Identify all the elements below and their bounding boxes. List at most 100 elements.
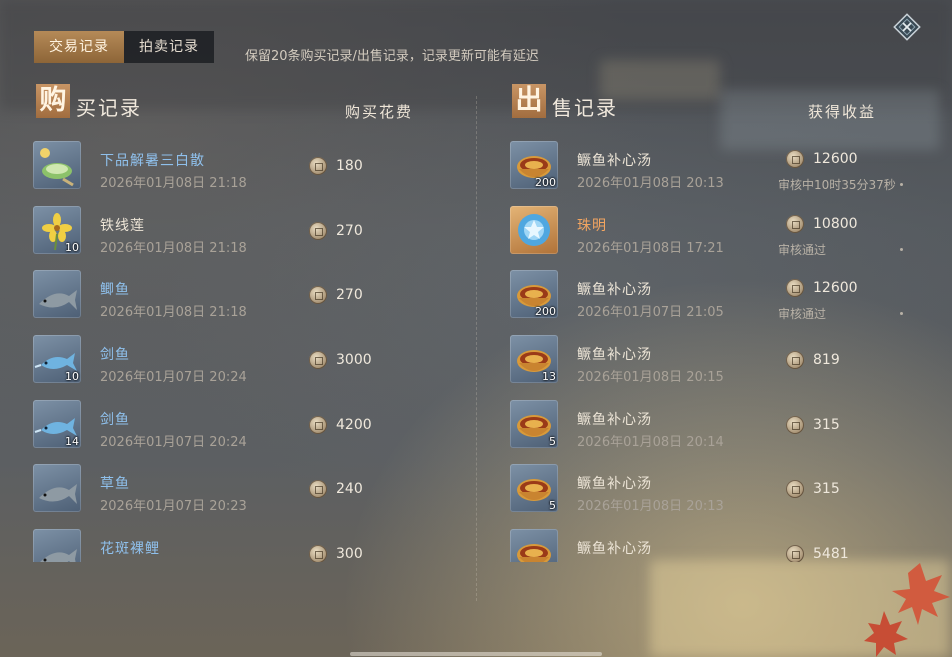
- tab-trade-records[interactable]: 交易记录: [34, 31, 124, 63]
- soup-bowl-icon[interactable]: 200: [510, 270, 558, 319]
- record-tabs: 交易记录 拍卖记录: [34, 31, 214, 63]
- cost-amount: 240: [336, 481, 363, 498]
- item-count: 13: [542, 370, 556, 384]
- coin-icon: [786, 480, 804, 499]
- retention-notice: 保留20条购买记录/出售记录，记录更新可能有延迟: [245, 49, 539, 64]
- income-amount: 315: [813, 481, 840, 498]
- buy-record-row[interactable]: 草鱼 2026年01月07日 20:23 240: [33, 459, 453, 524]
- item-name: 鳜鱼补心汤: [577, 476, 652, 493]
- coin-icon: [786, 214, 804, 233]
- swordfish-icon[interactable]: 10: [33, 335, 81, 384]
- coin-icon: [786, 150, 804, 168]
- status-dot: [900, 183, 903, 186]
- buy-cost-column-header: 购买花费: [345, 103, 414, 121]
- cost-amount: 300: [336, 546, 363, 562]
- coin-icon: [786, 279, 804, 298]
- sell-record-row[interactable]: 200 鳜鱼补心汤 2026年01月08日 20:13 12600 审核中10时35分3…: [510, 136, 930, 201]
- maple-leaf-icon: [864, 563, 950, 657]
- record-time: 2026年01月08日 20:13: [577, 499, 724, 515]
- cost-amount: 4200: [336, 416, 372, 433]
- record-time: 2026年01月07日 20:24: [100, 434, 247, 450]
- income-amount: 12600: [813, 151, 858, 167]
- buy-record-row[interactable]: 鲫鱼 2026年01月08日 21:18 270: [33, 265, 453, 330]
- scroll-indicator[interactable]: [350, 652, 602, 656]
- item-name: 剑鱼: [100, 347, 130, 364]
- item-name: 铁线莲: [100, 217, 145, 234]
- sell-record-row[interactable]: 5 鳜鱼补心汤 2026年01月08日 20:14 315: [510, 395, 930, 460]
- income-amount: 12600: [813, 280, 858, 297]
- fish-icon[interactable]: [33, 529, 81, 562]
- sell-section-badge: 出: [512, 84, 546, 118]
- buy-record-row[interactable]: 10 铁线莲 2026年01月08日 21:18 270: [33, 201, 453, 266]
- item-name: 鳜鱼补心汤: [577, 282, 652, 299]
- swordfish-icon[interactable]: 14: [33, 399, 81, 448]
- coin-icon: [309, 286, 327, 305]
- blue-pearl-icon[interactable]: [510, 205, 558, 254]
- soup-bowl-icon[interactable]: 5: [510, 464, 558, 513]
- record-time: 2026年01月07日 21:05: [577, 305, 724, 321]
- background-shelf: [600, 60, 720, 100]
- soup-bowl-icon[interactable]: 5: [510, 399, 558, 448]
- item-name: 鲫鱼: [100, 282, 130, 299]
- soup-bowl-icon[interactable]: 13: [510, 335, 558, 384]
- fish-icon[interactable]: [33, 270, 81, 319]
- cost-amount: 180: [336, 158, 363, 174]
- section-divider: [476, 96, 477, 601]
- item-name: 下品解暑三白散: [100, 153, 205, 169]
- item-count: 10: [65, 240, 79, 254]
- buy-record-list[interactable]: 下品解暑三白散 2026年01月08日 21:18 180 10 铁线莲 2026年01月…: [33, 136, 453, 562]
- item-count: 10: [65, 370, 79, 384]
- sell-section-title: 售记录: [552, 96, 618, 120]
- status-dot: [900, 312, 903, 316]
- record-time: 2026年01月08日 21:18: [100, 305, 247, 321]
- soup-bowl-icon[interactable]: [510, 529, 558, 562]
- record-time: 2026年01月08日 20:14: [577, 434, 724, 450]
- buy-section-title: 买记录: [76, 96, 142, 120]
- sell-record-row[interactable]: 200 鳜鱼补心汤 2026年01月07日 21:05 12600 审核通过: [510, 265, 930, 330]
- coin-icon: [309, 351, 327, 370]
- buy-record-row[interactable]: 下品解暑三白散 2026年01月08日 21:18 180: [33, 136, 453, 201]
- coin-icon: [309, 157, 327, 175]
- item-name: 鳜鱼补心汤: [577, 153, 652, 169]
- coin-icon: [786, 545, 804, 562]
- sell-record-list[interactable]: 200 鳜鱼补心汤 2026年01月08日 20:13 12600 审核中10时35分3…: [510, 136, 930, 562]
- sell-record-row[interactable]: 13 鳜鱼补心汤 2026年01月08日 20:15 819: [510, 330, 930, 395]
- record-time: 2026年01月08日 20:13: [577, 176, 724, 191]
- review-status: 审核通过: [778, 242, 827, 257]
- item-count: 200: [535, 176, 556, 189]
- close-icon: [893, 13, 921, 41]
- coin-icon: [309, 221, 327, 240]
- item-name: 花斑裸鲤: [100, 541, 160, 558]
- record-time: 2026年01月08日 20:15: [577, 370, 724, 386]
- income-amount: 10800: [813, 215, 858, 232]
- fish-icon[interactable]: [33, 464, 81, 513]
- buy-record-row[interactable]: 14 剑鱼 2026年01月07日 20:24 4200: [33, 395, 453, 460]
- tab-auction-records[interactable]: 拍卖记录: [124, 31, 214, 63]
- income-amount: 819: [813, 352, 840, 369]
- status-dot: [900, 247, 903, 251]
- item-name: 鳜鱼补心汤: [577, 347, 652, 364]
- coin-icon: [786, 415, 804, 434]
- buy-record-row[interactable]: 10 剑鱼 2026年01月07日 20:24 3000: [33, 330, 453, 395]
- item-count: 5: [549, 499, 556, 513]
- close-button[interactable]: [892, 12, 922, 42]
- record-time: 2026年01月08日 21:18: [100, 176, 247, 191]
- item-name: 草鱼: [100, 476, 130, 493]
- buy-record-row[interactable]: 花斑裸鲤 300: [33, 524, 453, 562]
- flower-icon[interactable]: 10: [33, 205, 81, 254]
- herb-powder-icon[interactable]: [33, 141, 81, 189]
- cost-amount: 3000: [336, 352, 372, 369]
- record-time: 2026年01月08日 21:18: [100, 240, 247, 256]
- cost-amount: 270: [336, 222, 363, 239]
- record-time: 2026年01月07日 20:24: [100, 370, 247, 386]
- income-amount: 315: [813, 416, 840, 433]
- soup-bowl-icon[interactable]: 200: [510, 141, 558, 189]
- sell-record-row[interactable]: 珠明 2026年01月08日 17:21 10800 审核通过: [510, 201, 930, 266]
- item-name: 鳜鱼补心汤: [577, 541, 652, 558]
- review-status: 审核通过: [778, 307, 827, 322]
- record-time: 2026年01月08日 17:21: [577, 240, 724, 256]
- item-name: 珠明: [577, 217, 607, 234]
- review-status: 审核中10时35分37秒: [778, 178, 896, 192]
- item-count: 5: [549, 434, 556, 448]
- sell-record-row[interactable]: 5 鳜鱼补心汤 2026年01月08日 20:13 315: [510, 459, 930, 524]
